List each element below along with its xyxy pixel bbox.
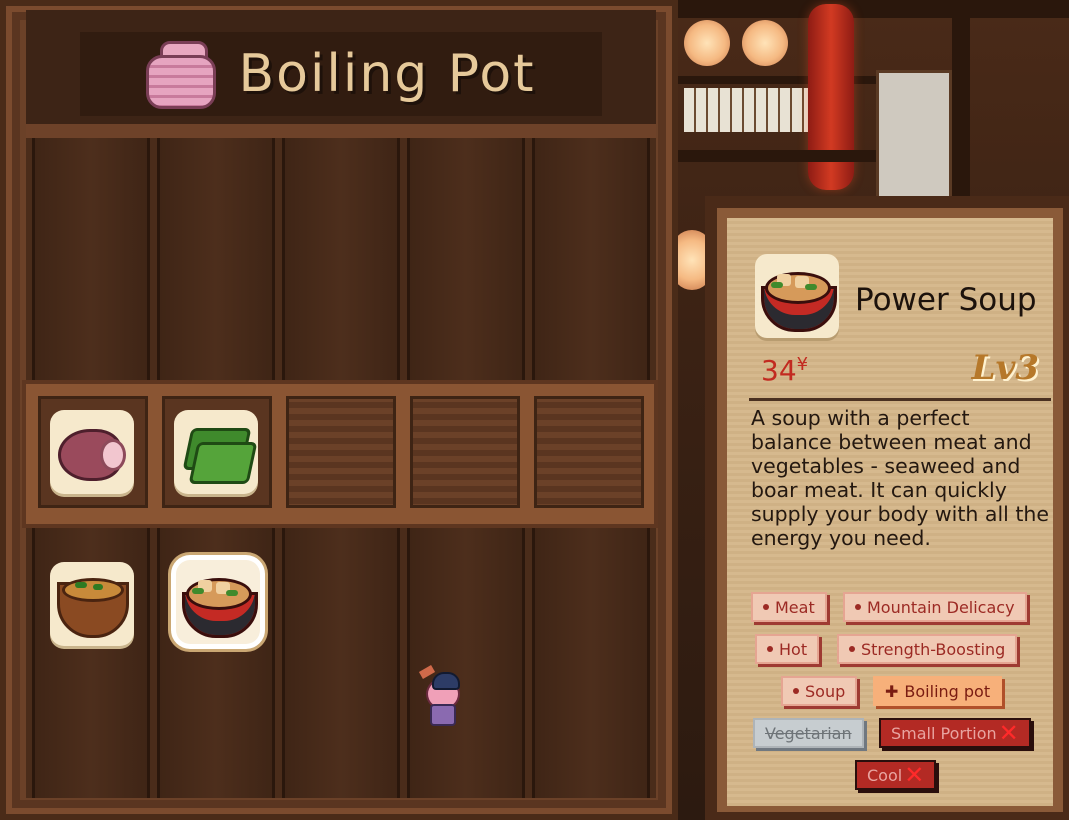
power-soup-icon — [761, 264, 837, 332]
tag-boiling-pot: ✚ Boiling pot — [873, 676, 1003, 706]
divider — [749, 398, 1051, 401]
paper-screen — [876, 70, 952, 206]
dish-name: Power Soup — [855, 282, 1037, 318]
panel-title: Boiling Pot — [238, 44, 536, 104]
x-mark-icon: ✕ — [998, 719, 1019, 747]
menu-board — [684, 88, 814, 132]
ingredient-slot-empty[interactable] — [534, 396, 644, 508]
ingredient-seaweed[interactable] — [174, 410, 258, 494]
ingredient-boar-meat[interactable] — [50, 410, 134, 494]
dish-thumbnail — [755, 254, 839, 338]
paper-lamp-icon — [742, 20, 788, 66]
ingredient-slot-empty[interactable] — [286, 396, 396, 508]
paper-lamp-icon — [684, 20, 730, 66]
seaweed-icon — [182, 426, 258, 484]
red-lantern-icon — [808, 4, 854, 190]
tag-cool: Cool ✕ — [855, 760, 937, 790]
title-bar: Boiling Pot — [26, 10, 656, 138]
dish-level: Lv3 — [971, 348, 1039, 388]
tag-meat: Meat — [751, 592, 827, 622]
boiling-pot-panel: Boiling Pot — [0, 0, 678, 820]
info-paper: Power Soup 34¥ Lv3 A soup with a perfect… — [727, 218, 1053, 806]
power-soup-icon — [182, 570, 258, 638]
tag-hot: Hot — [755, 634, 820, 664]
dish-power-soup[interactable] — [176, 560, 260, 644]
tag-strength-boosting: Strength-Boosting — [837, 634, 1018, 664]
boiling-pot-icon — [146, 41, 217, 109]
tag-mountain-delicacy: Mountain Delicacy — [843, 592, 1027, 622]
miso-soup-icon — [57, 574, 129, 638]
tag-vegetarian: Vegetarian — [753, 718, 864, 748]
tag-soup: Soup — [781, 676, 858, 706]
dish-price: 34¥ — [761, 354, 809, 387]
dish-info-card: Power Soup 34¥ Lv3 A soup with a perfect… — [705, 196, 1069, 820]
x-mark-icon: ✕ — [904, 761, 925, 789]
ingredient-slot-empty[interactable] — [410, 396, 520, 508]
dish-description: A soup with a perfect balance between me… — [751, 406, 1049, 550]
character-cursor-icon — [418, 665, 464, 726]
dish-miso-soup[interactable] — [50, 562, 134, 646]
boar-meat-icon — [58, 425, 126, 481]
tag-small-portion: Small Portion ✕ — [879, 718, 1031, 748]
